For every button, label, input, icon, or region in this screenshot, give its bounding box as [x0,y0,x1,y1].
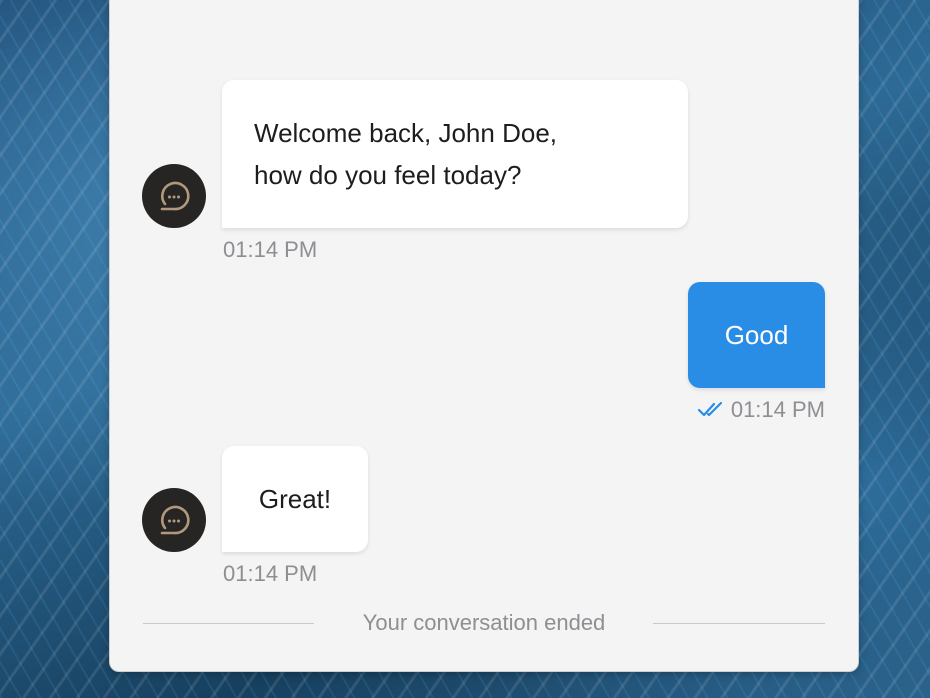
message-text-line: Welcome back, John Doe, [254,118,557,148]
message-bubble-bot: Great! [222,446,368,552]
message-timestamp: 01:14 PM [223,237,318,262]
conversation-ended-label: Your conversation ended [362,610,606,635]
bot-avatar [142,488,206,552]
message-text: Good [724,320,789,350]
read-status: 01:14 PM [688,397,825,423]
message-timestamp: 01:14 PM [223,561,318,586]
message-bubble-user: Good [688,282,825,388]
divider-line-left [143,623,314,624]
double-check-icon [697,401,722,417]
message-text: Great! [258,484,332,514]
chat-bubble-icon [160,181,190,211]
bot-avatar [142,164,206,228]
message-bubble-bot: Welcome back, John Doe, how do you feel … [222,80,688,228]
divider-line-right [653,623,825,624]
message-text-line: how do you feel today? [254,160,522,190]
chat-window: Welcome back, John Doe, how do you feel … [109,0,859,672]
chat-bubble-icon [160,505,190,535]
message-timestamp: 01:14 PM [730,397,825,422]
